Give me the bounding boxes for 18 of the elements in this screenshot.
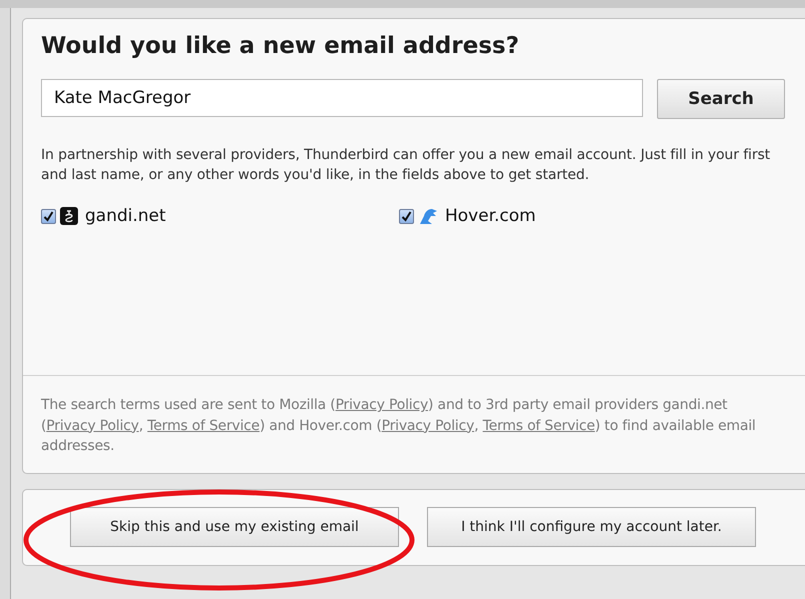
name-input-field[interactable]: Kate MacGregor <box>41 79 643 117</box>
action-button[interactable]: I think I'll configure my account later. <box>427 506 756 546</box>
provider-checkbox[interactable] <box>399 208 414 224</box>
provider-checkbox[interactable] <box>41 208 56 224</box>
provider-name: Hover.com <box>445 206 536 226</box>
policy-link[interactable]: Terms of Service <box>147 418 260 434</box>
policy-link[interactable]: Privacy Policy <box>46 418 139 434</box>
privacy-notice: The search terms used are sent to Mozilla (Privacy Policy) and to 3rd party email providers gandi.net (Privacy Policy, Terms of Service) and Hover.com (Privacy Policy, Terms of Service) to find available email addresses. <box>41 396 757 456</box>
policy-link[interactable]: Privacy Policy <box>335 397 428 413</box>
bird-icon <box>418 207 438 225</box>
action-button[interactable]: Skip this and use my existing email <box>70 506 399 546</box>
search-button[interactable]: Search <box>657 79 785 119</box>
dialog-heading: Would you like a new email address? <box>41 33 520 61</box>
policy-link[interactable]: Privacy Policy <box>382 418 474 434</box>
policy-link[interactable]: Terms of Service <box>482 418 595 434</box>
provider-name: gandi.net <box>85 206 166 226</box>
description-text: In partnership with several providers, Thunderbird can offer you a new email account. Just fill in your first and last name, or any other words you'd like, in the fields above to get started. <box>41 146 772 185</box>
gandi-icon <box>60 207 78 225</box>
